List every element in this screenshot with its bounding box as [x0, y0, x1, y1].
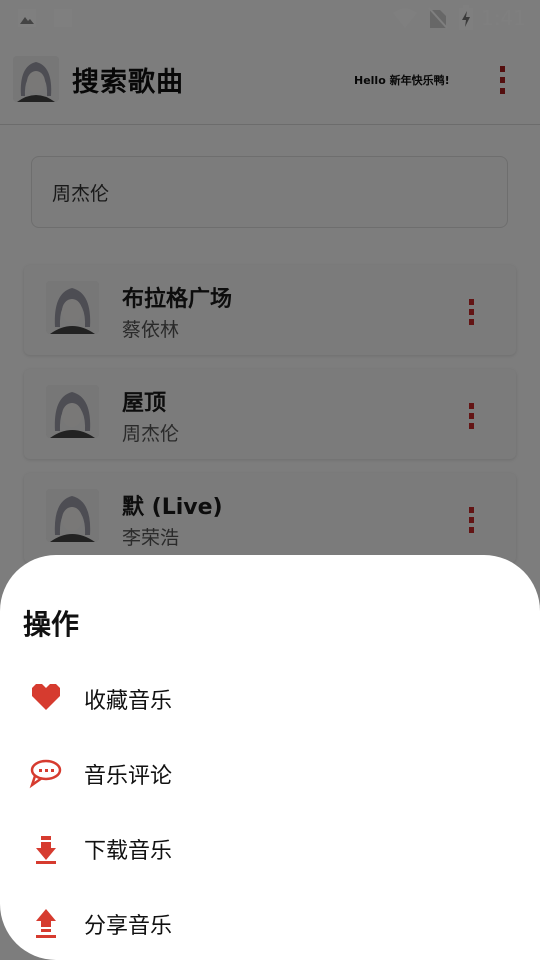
comment-icon — [29, 759, 62, 789]
share-music-action[interactable]: 分享音乐 — [0, 888, 540, 958]
music-comment-action[interactable]: 音乐评论 — [0, 738, 540, 808]
download-music-label: 下载音乐 — [84, 839, 173, 864]
sheet-title: 操作 — [23, 608, 80, 641]
download-icon — [36, 836, 56, 864]
action-bottom-sheet: 操作 收藏音乐 音乐评论 下载音乐 分享音乐 — [0, 555, 540, 960]
share-music-label: 分享音乐 — [84, 914, 173, 939]
share-icon — [36, 909, 56, 938]
favorite-music-label: 收藏音乐 — [84, 689, 173, 714]
music-comment-label: 音乐评论 — [84, 764, 173, 789]
favorite-music-action[interactable]: 收藏音乐 — [0, 663, 540, 733]
heart-icon — [32, 684, 60, 710]
download-music-action[interactable]: 下载音乐 — [0, 813, 540, 883]
